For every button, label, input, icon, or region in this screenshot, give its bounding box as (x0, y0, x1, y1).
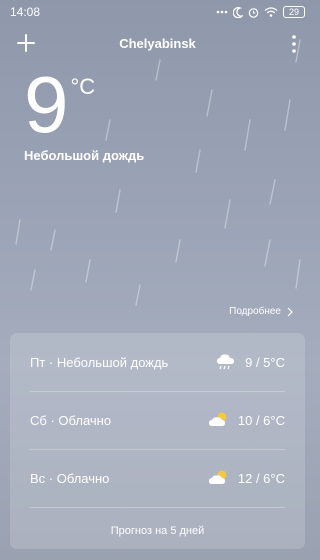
five-day-forecast-button[interactable]: Прогноз на 5 дней (10, 525, 305, 537)
cloud-sun-icon (208, 470, 227, 484)
forecast-day-label: Пт · Небольшой дождь (30, 354, 169, 370)
more-details-label: Подробнее (229, 306, 281, 317)
dots-icon (216, 10, 228, 14)
chevron-right-icon (287, 307, 293, 316)
cloud-sun-icon (208, 412, 227, 426)
forecast-row[interactable]: Пт · Небольшой дождь 9 / 5°C (30, 333, 285, 392)
status-time: 14:08 (10, 5, 41, 19)
temperature-value: 9 (24, 60, 68, 149)
forecast-temps: 9 / 5°C (245, 354, 285, 370)
more-details-link[interactable]: Подробнее (229, 306, 293, 317)
forecast-temps: 12 / 6°C (237, 470, 285, 486)
header: Chelyabinsk (0, 30, 315, 58)
wifi-icon (264, 7, 278, 17)
forecast-day-label: Сб · Облачно (30, 412, 112, 428)
alarm-icon (248, 7, 259, 18)
current-condition: Небольшой дождь (24, 148, 145, 163)
city-name: Chelyabinsk (119, 36, 196, 51)
forecast-row[interactable]: Сб · Облачно 10 / 6°C (30, 391, 285, 450)
forecast-card: Пт · Небольшой дождь 9 / 5°C Сб · Облачн… (10, 333, 305, 549)
moon-icon (233, 6, 243, 18)
forecast-temps: 10 / 6°C (237, 412, 285, 428)
forecast-day-label: Вс · Облачно (30, 470, 110, 486)
temperature-unit: °C (70, 74, 96, 99)
status-bar: 14:08 29 (0, 0, 315, 24)
battery-icon: 29 (283, 6, 305, 18)
cloud-rain-icon (217, 354, 235, 370)
current-temperature: 9 °C (24, 60, 96, 149)
vertical-dots-icon[interactable] (291, 34, 297, 54)
forecast-row[interactable]: Вс · Облачно 12 / 6°C (30, 449, 285, 508)
status-icons: 29 (216, 6, 305, 18)
